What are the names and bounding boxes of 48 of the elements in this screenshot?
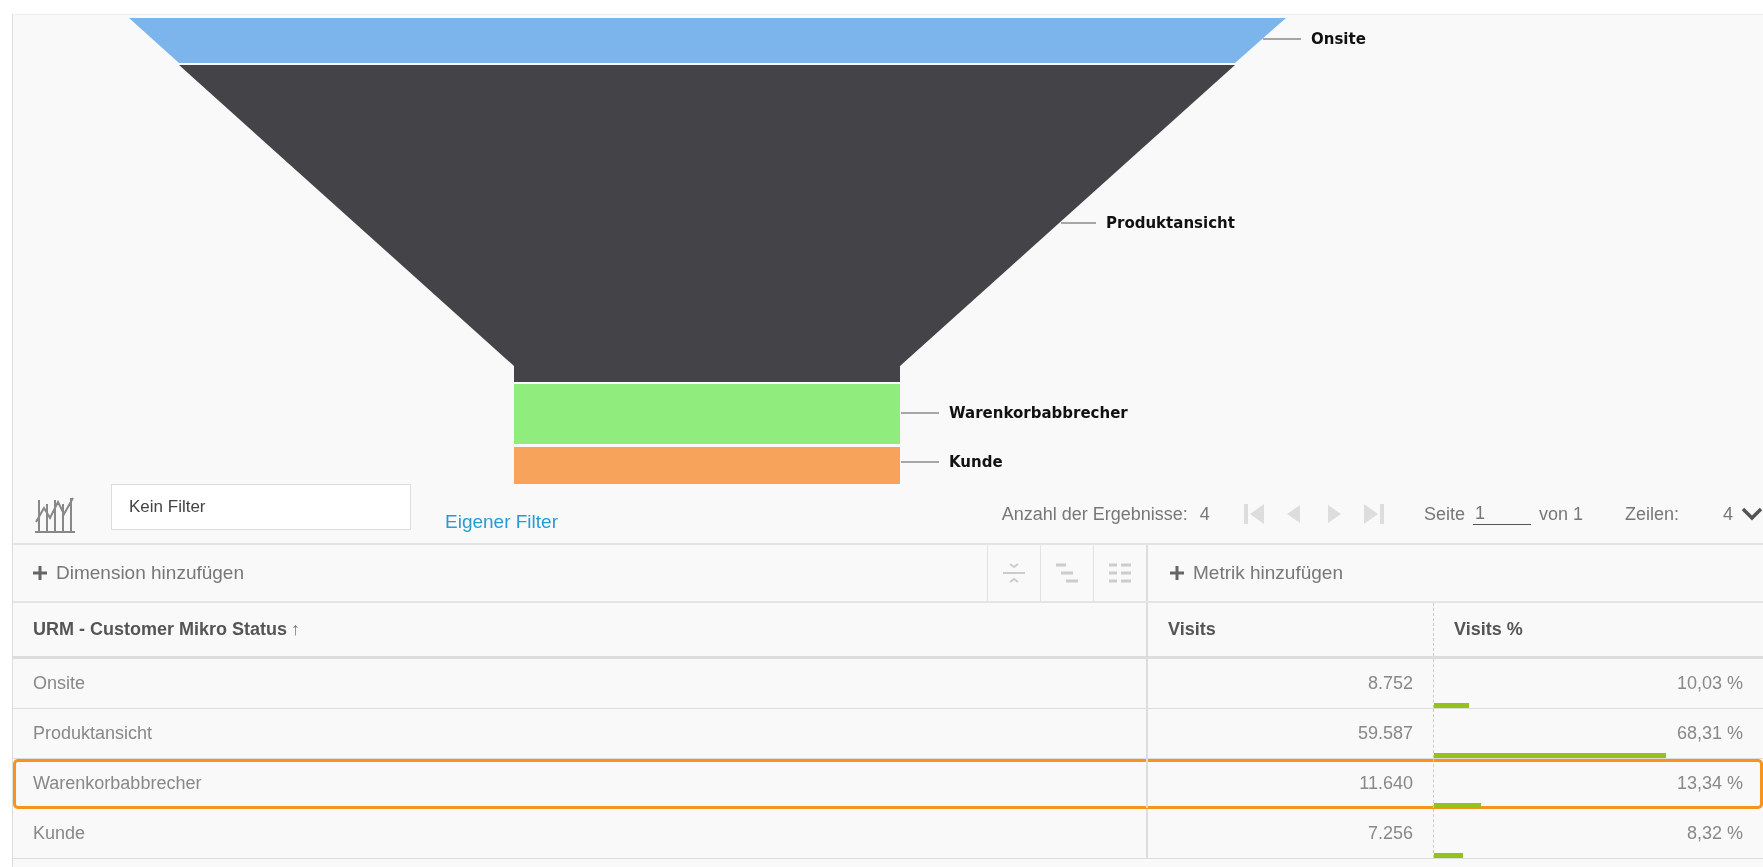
- funnel-label: Produktansicht: [1106, 214, 1235, 232]
- results-count: 4: [1199, 503, 1210, 525]
- table-cell: Warenkorbabbrecher: [33, 773, 202, 794]
- table-cell: 68,31 %: [1676, 723, 1743, 744]
- table-cell: 59.587: [1357, 723, 1413, 744]
- table-cell: Onsite: [33, 673, 86, 694]
- column-header[interactable]: URM - Customer Mikro Status: [33, 619, 288, 640]
- leader-line: [1262, 38, 1302, 40]
- table-cell: Kunde: [33, 823, 86, 844]
- leader-line: [900, 412, 940, 414]
- list-icon[interactable]: [1107, 562, 1133, 584]
- table-cell: 8.752: [1367, 673, 1413, 694]
- results-label: Anzahl der Ergebnisse:: [1001, 503, 1188, 525]
- add-metric-button[interactable]: Metrik hinzufügen: [1148, 545, 1363, 601]
- table-cell: 10,03 %: [1676, 673, 1743, 694]
- table-cell: 8,32 %: [1686, 823, 1743, 844]
- page-field[interactable]: 1: [1472, 503, 1531, 525]
- custom-filter-link[interactable]: Eigener Filter: [445, 511, 558, 533]
- column-header[interactable]: Visits: [1148, 603, 1434, 656]
- highlighted-row[interactable]: Warenkorbabbrecher 11.640 13,34 %: [13, 759, 1763, 809]
- sort-indicator[interactable]: ↑: [291, 619, 301, 640]
- table-cell: 13,34 %: [1676, 773, 1743, 794]
- chevron-down-icon[interactable]: [1741, 506, 1763, 522]
- table-row[interactable]: Produktansicht 59.587 68,31 %: [13, 709, 1763, 759]
- page-total: von 1: [1538, 503, 1583, 525]
- funnel-label: Onsite: [1311, 30, 1366, 48]
- plus-icon: [33, 566, 47, 580]
- indent-icon[interactable]: [1054, 562, 1080, 584]
- leader-line: [1060, 222, 1097, 224]
- table-cell: Produktansicht: [33, 723, 153, 744]
- share-bar: [1434, 803, 1481, 808]
- funnel-label: Kunde: [949, 453, 1003, 471]
- leader-line: [900, 461, 940, 463]
- share-bar: [1434, 853, 1463, 858]
- table-cell: 11.640: [1359, 773, 1413, 794]
- table-row[interactable]: Kunde 7.256 8,32 %: [13, 809, 1763, 859]
- rows-label: Zeilen:: [1624, 503, 1679, 525]
- page-label: Seite: [1423, 503, 1465, 525]
- rows-value[interactable]: 4: [1723, 503, 1733, 525]
- column-header[interactable]: Visits %: [1434, 603, 1763, 656]
- share-bar: [1434, 703, 1469, 708]
- add-dimension-button[interactable]: Dimension hinzufügen: [13, 545, 264, 601]
- table-cell: 7.256: [1367, 823, 1413, 844]
- collapse-icon[interactable]: [1001, 562, 1027, 584]
- filter-field[interactable]: Kein Filter: [111, 484, 411, 530]
- funnel-label: Warenkorbabbrecher: [949, 404, 1128, 422]
- plus-icon: [1170, 566, 1184, 580]
- table-row[interactable]: Onsite 8.752 10,03 %: [13, 659, 1763, 709]
